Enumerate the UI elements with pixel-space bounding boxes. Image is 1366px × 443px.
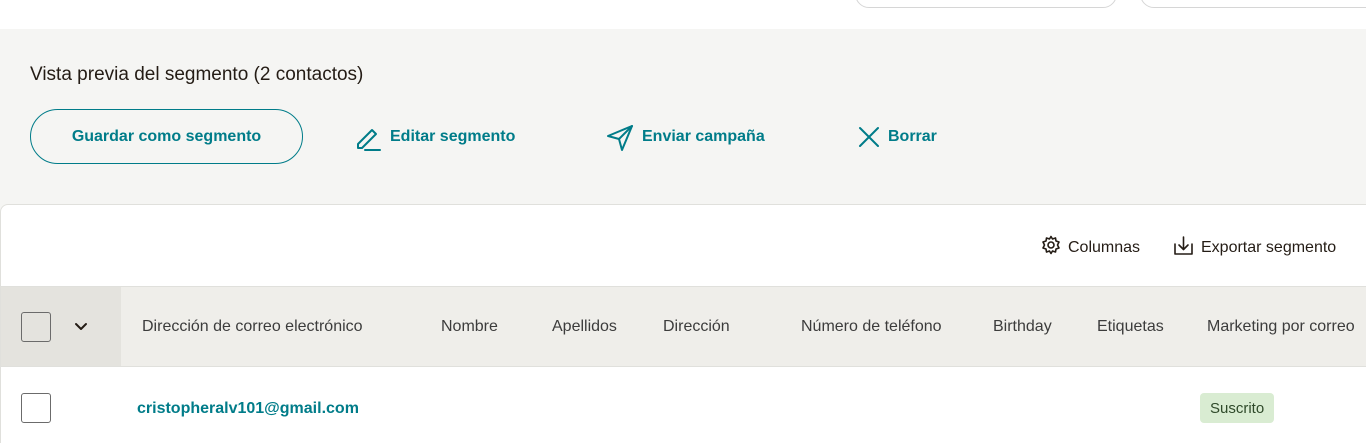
clear-button[interactable]: Borrar [857,121,937,153]
close-icon [857,125,881,149]
row-checkbox[interactable] [21,393,51,423]
column-header-email-marketing[interactable]: Marketing por correo [1207,318,1355,336]
edit-segment-label: Editar segmento [390,128,516,145]
select-all-cell [1,287,121,366]
columns-label: Columnas [1068,238,1141,256]
top-control-right[interactable] [1140,0,1366,8]
export-segment-button[interactable]: Exportar segmento [1173,235,1336,261]
column-header-tags[interactable]: Etiquetas [1097,318,1164,336]
segment-preview-section: Vista previa del segmento (2 contactos) … [0,29,1366,205]
column-header-phone[interactable]: Número de teléfono [801,318,942,336]
gear-icon [1041,235,1061,260]
edit-segment-button[interactable]: Editar segmento [353,121,515,153]
column-header-first-name[interactable]: Nombre [441,318,498,336]
send-campaign-button[interactable]: Enviar campaña [605,121,765,153]
top-control-left[interactable] [855,0,1117,8]
column-header-birthday[interactable]: Birthday [993,318,1052,336]
send-campaign-label: Enviar campaña [642,128,765,145]
pencil-icon [353,122,383,152]
contacts-table-panel: Columnas Exportar segmento Dirección de … [0,204,1366,443]
clear-label: Borrar [888,128,937,145]
contact-email-link[interactable]: cristopheralv101@gmail.com [137,400,359,418]
save-segment-button[interactable]: Guardar como segmento [30,109,303,164]
column-header-email[interactable]: Dirección de correo electrónico [142,318,363,336]
table-header: Dirección de correo electrónico Nombre A… [1,286,1366,367]
top-bar [0,0,1366,29]
chevron-down-icon[interactable] [71,317,91,337]
select-all-checkbox[interactable] [21,312,51,342]
segment-preview-title: Vista previa del segmento (2 contactos) [30,64,364,85]
export-segment-label: Exportar segmento [1201,239,1337,256]
download-icon [1173,235,1194,261]
status-badge: Suscrito [1200,393,1275,423]
column-header-last-name[interactable]: Apellidos [552,318,617,336]
paper-plane-icon [605,122,635,152]
table-row: cristopheralv101@gmail.com Suscrito [1,367,1366,443]
column-header-address[interactable]: Dirección [663,318,730,336]
columns-button[interactable]: Columnas [1041,235,1140,260]
